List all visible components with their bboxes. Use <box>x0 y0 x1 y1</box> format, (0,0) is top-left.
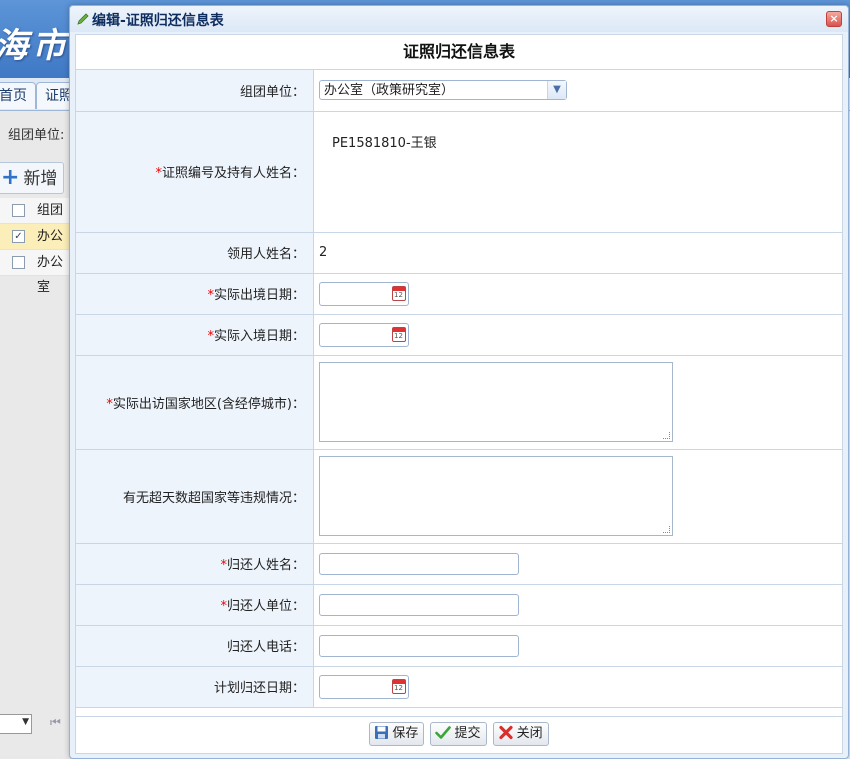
returner-phone-label-text: 归还人电话： <box>226 640 305 655</box>
returner-unit-input[interactable] <box>319 593 519 616</box>
cert-value: PE1581810-王银 <box>332 135 437 151</box>
exit-date-label: *实际出境日期： <box>76 273 314 315</box>
close-button-label: 关闭 <box>516 726 543 741</box>
row-checkbox[interactable] <box>12 256 25 269</box>
submit-button-label: 提交 <box>454 726 481 741</box>
filter-label: 组团单位: <box>8 128 65 143</box>
submit-button[interactable]: 提交 <box>430 722 487 746</box>
dialog-body: 证照归还信息表 组团单位： 办公室（政策研究室） ▼ *证照编号及持有人姓名： … <box>75 34 843 754</box>
pager: ⏮ <box>0 712 70 736</box>
returner-unit-label-text: 归还人单位： <box>226 599 305 614</box>
row-unit: 办公室 <box>37 255 64 295</box>
edit-dialog: 编辑-证照归还信息表 × 证照归还信息表 组团单位： 办公室（政策研究室） ▼ … <box>69 5 849 759</box>
borrower-label-text: 领用人姓名： <box>226 247 305 262</box>
page-size-select[interactable] <box>0 714 32 734</box>
save-button-label: 保存 <box>392 726 419 741</box>
checkmark-icon <box>435 726 452 739</box>
close-icon <box>499 725 513 740</box>
plus-icon: + <box>1 165 20 190</box>
exit-date-input[interactable] <box>319 281 409 306</box>
violation-textarea[interactable] <box>319 456 673 536</box>
returner-name-input[interactable] <box>319 552 519 575</box>
plan-return-date-label-text: 计划归还日期： <box>213 681 305 696</box>
violation-label: 有无超天数超国家等违规情况： <box>76 449 314 544</box>
grid-header: 组团单 <box>0 198 70 243</box>
cert-label: *证照编号及持有人姓名： <box>76 111 314 233</box>
borrower-value: 2 <box>319 245 328 260</box>
unit-select[interactable]: 办公室（政策研究室） ▼ <box>319 80 567 101</box>
save-button[interactable]: 保存 <box>369 722 425 746</box>
visit-region-textarea[interactable] <box>319 362 673 442</box>
visit-region-label: *实际出访国家地区(含经停城市)： <box>76 355 314 450</box>
returner-name-label-text: 归还人姓名： <box>226 558 305 573</box>
calendar-icon[interactable] <box>392 678 406 694</box>
returner-name-label: *归还人姓名： <box>76 543 314 585</box>
visit-region-label-text: 实际出访国家地区(含经停城市)： <box>112 396 305 412</box>
grid-toolbar: + 新增 <box>0 160 70 196</box>
returner-phone-input[interactable] <box>319 634 519 657</box>
entry-date-input[interactable] <box>319 322 409 347</box>
table-row[interactable]: ✓ 办公室 <box>0 224 70 269</box>
calendar-icon[interactable] <box>392 285 406 301</box>
form-table: 组团单位： 办公室（政策研究室） ▼ *证照编号及持有人姓名： PE158181… <box>76 70 842 708</box>
dialog-button-bar: 保存 提交 关闭 <box>76 716 842 753</box>
entry-date-label: *实际入境日期： <box>76 314 314 356</box>
returner-phone-label: 归还人电话： <box>76 625 314 667</box>
unit-label: 组团单位： <box>76 70 314 112</box>
dialog-title: 编辑-证照归还信息表 <box>92 13 224 29</box>
dialog-close-icon[interactable]: × <box>826 11 842 27</box>
entry-date-label-text: 实际入境日期： <box>213 329 305 344</box>
unit-label-text: 组团单位： <box>239 84 305 100</box>
dialog-titlebar[interactable]: 编辑-证照归还信息表 × <box>70 6 848 32</box>
first-page-icon[interactable]: ⏮ <box>50 715 61 730</box>
table-row[interactable]: 办公室 <box>0 250 70 295</box>
save-icon <box>375 726 389 739</box>
chevron-down-icon[interactable]: ▼ <box>547 81 566 100</box>
row-checkbox[interactable]: ✓ <box>12 230 25 243</box>
pencil-icon <box>77 13 89 25</box>
plan-return-date-input[interactable] <box>319 674 409 699</box>
cert-label-text: 证照编号及持有人姓名： <box>161 166 305 181</box>
close-button[interactable]: 关闭 <box>492 722 549 746</box>
borrower-label: 领用人姓名： <box>76 232 314 274</box>
banner-logo-text: 海市 <box>0 26 70 66</box>
form-title: 证照归还信息表 <box>76 35 842 70</box>
data-grid: 组团单 ✓ 办公室 办公室 <box>0 198 70 295</box>
unit-select-value: 办公室（政策研究室） <box>324 83 455 99</box>
exit-date-label-text: 实际出境日期： <box>213 288 305 303</box>
add-button[interactable]: + 新增 <box>0 162 65 194</box>
plan-return-date-label: 计划归还日期： <box>76 666 314 708</box>
select-all-checkbox[interactable] <box>12 204 25 217</box>
returner-unit-label: *归还人单位： <box>76 584 314 626</box>
tab-home[interactable]: 首页 <box>0 82 36 109</box>
add-button-label: 新增 <box>23 169 58 189</box>
violation-label-text: 有无超天数超国家等违规情况： <box>122 490 305 506</box>
calendar-icon[interactable] <box>392 326 406 342</box>
